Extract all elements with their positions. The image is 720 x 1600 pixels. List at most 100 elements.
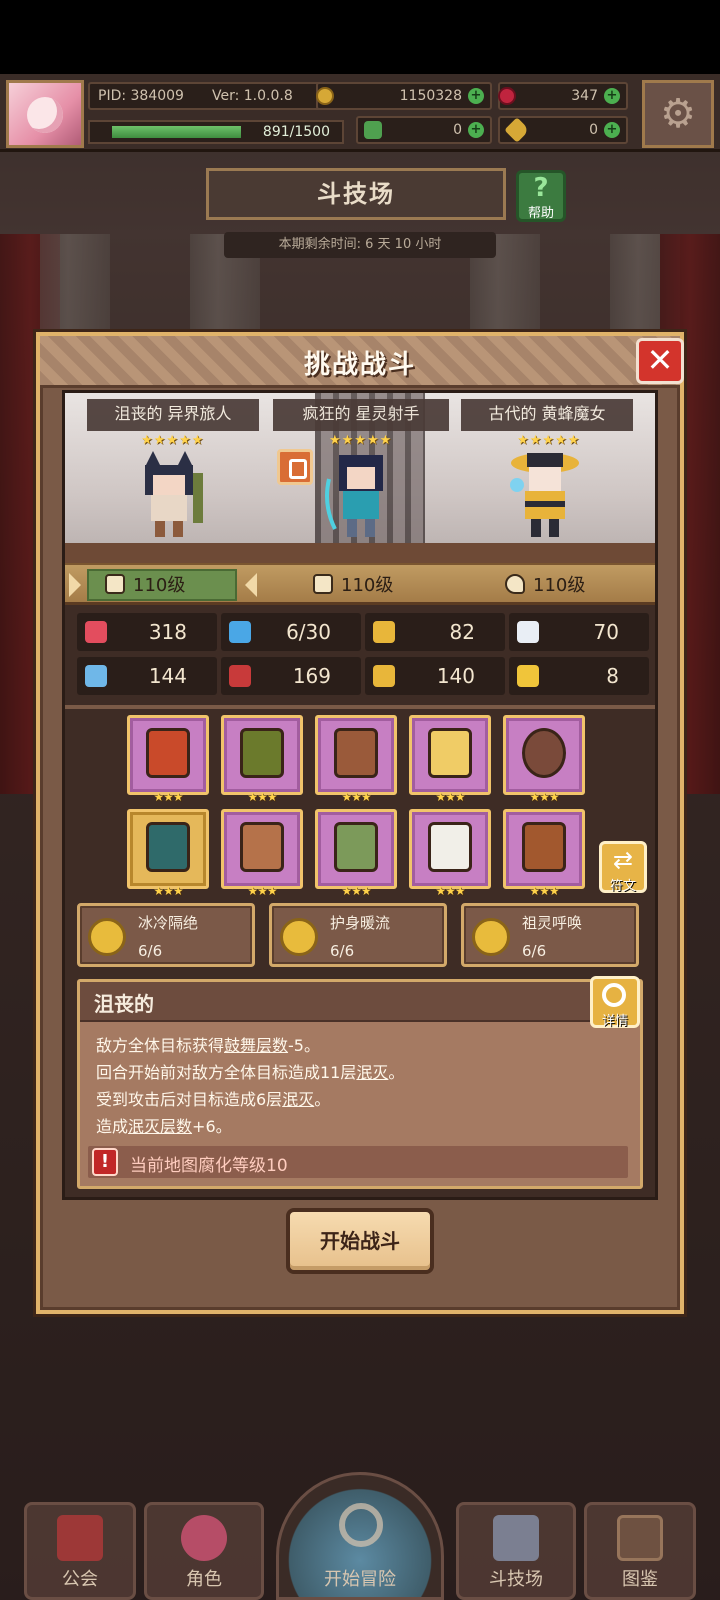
set-bonus-1[interactable]: 冰冷隔绝 6/6 (77, 903, 255, 967)
add-key-icon[interactable]: + (604, 122, 620, 138)
set-name-1: 冰冷隔绝 (138, 914, 199, 932)
hero-sprite-wasp-witch[interactable] (505, 449, 585, 539)
hero-sprite-star-archer[interactable] (321, 449, 401, 539)
keyword-link[interactable]: 鼓舞层数 (224, 1036, 288, 1055)
set-bonus-3[interactable]: 祖灵呼唤 6/6 (461, 903, 639, 967)
trait-line-1: 敌方全体目标获得鼓舞层数-5。 (96, 1036, 320, 1055)
gem-icon (428, 728, 472, 778)
stat-shield[interactable]: 82 (365, 613, 505, 651)
player-id: PID: 384009 (98, 88, 184, 104)
trait-description: 敌方全体目标获得鼓舞层数-5。 回合开始前对敌方全体目标造成11层泯灭。 受到攻… (96, 1032, 404, 1140)
equipment-slot[interactable]: ★★★ (409, 715, 491, 804)
hero-level-2[interactable]: 110级 (313, 571, 393, 597)
nav-codex-label: 图鉴 (622, 1569, 658, 1590)
trait-detail-button[interactable]: 详情 (590, 976, 640, 1029)
trait-title: 沮丧的 (94, 992, 154, 1016)
stat-boot[interactable]: 140 (365, 657, 505, 695)
equipment-stars: ★★★ (435, 790, 465, 804)
nav-character[interactable]: 角色 (144, 1502, 264, 1600)
set-medal-icon (88, 918, 126, 956)
nav-codex[interactable]: 图鉴 (584, 1502, 696, 1600)
equipment-slot[interactable]: ★★★ (409, 809, 491, 898)
hero-level-1[interactable]: 110级 (105, 571, 185, 597)
equipment-slot[interactable]: ★★★ (221, 809, 303, 898)
close-icon[interactable]: ✕ (636, 338, 684, 384)
add-clover-icon[interactable]: + (468, 122, 484, 138)
shield-icon (373, 621, 395, 643)
arrow-right-icon[interactable] (245, 573, 257, 597)
set-medal-icon (472, 918, 510, 956)
nav-arena[interactable]: 斗技场 (456, 1502, 576, 1600)
nav-start-adventure[interactable]: 开始冒险 (276, 1472, 444, 1600)
stat-book[interactable]: 169 (221, 657, 361, 695)
equipment-slot[interactable]: ★★★ (127, 809, 209, 898)
help-button[interactable]: ? 帮助 (516, 170, 566, 222)
nav-guild-label: 公会 (62, 1569, 98, 1590)
equipment-stars: ★★★ (341, 790, 371, 804)
add-gems-icon[interactable]: + (604, 88, 620, 104)
gem-counter[interactable]: 347 + (498, 82, 628, 110)
key-counter[interactable]: 0 + (498, 116, 628, 144)
keyword-link[interactable]: 泯灭层数 (128, 1117, 192, 1136)
stat-fist[interactable]: 144 (77, 657, 217, 695)
set-name-2: 护身暖流 (330, 914, 391, 932)
set-bonus-2[interactable]: 护身暖流 6/6 (269, 903, 447, 967)
gold-counter[interactable]: 1150328 + (316, 82, 492, 110)
corruption-warning: ! 当前地图腐化等级10 (88, 1146, 628, 1178)
equipment-stars: ★★★ (341, 884, 371, 898)
start-battle-button[interactable]: 开始战斗 (286, 1208, 434, 1274)
equipment-slot[interactable]: ★★★ (503, 715, 585, 804)
staff-icon (146, 728, 190, 778)
amulet-icon (334, 728, 378, 778)
key-amount: 0 (589, 122, 598, 138)
hero-sprite-cat-traveler[interactable] (131, 449, 211, 539)
add-gold-icon[interactable]: + (468, 88, 484, 104)
clover-counter[interactable]: 0 + (356, 116, 492, 144)
stat-drop[interactable]: 6/30 (221, 613, 361, 651)
armor-icon (240, 728, 284, 778)
equipment-slot[interactable]: ★★★ (221, 715, 303, 804)
nav-character-label: 角色 (186, 1569, 222, 1590)
equipment-slot[interactable]: ★★★ (315, 809, 397, 898)
equipment-slot[interactable]: ★★★ (315, 715, 397, 804)
glove-icon (334, 822, 378, 872)
set-count-3: 6/6 (522, 942, 547, 960)
equipment-slot[interactable]: ★★★ (503, 809, 585, 898)
clover-icon (364, 121, 382, 139)
hero-level-3[interactable]: 110级 (505, 571, 585, 597)
rune-button[interactable]: ⇄ 符文 (599, 841, 647, 894)
trait-line-4: 造成泯灭层数+6。 (96, 1117, 232, 1136)
equipment-slot[interactable]: ★★★ (127, 715, 209, 804)
player-avatar[interactable] (6, 80, 84, 148)
warning-text: 当前地图腐化等级10 (130, 1156, 288, 1176)
stat-horseshoe[interactable]: 8 (509, 657, 649, 695)
nav-guild[interactable]: 公会 (24, 1502, 136, 1600)
drop-icon (229, 621, 251, 643)
clover-amount: 0 (453, 122, 462, 138)
stat-heart[interactable]: 318 (77, 613, 217, 651)
equipment-stars: ★★★ (153, 884, 183, 898)
gold-amount: 1150328 (399, 88, 462, 104)
stat-wing[interactable]: 70 (509, 613, 649, 651)
keyword-link[interactable]: 泯灭 (356, 1063, 388, 1082)
heart-icon (85, 621, 107, 643)
book-icon (229, 665, 251, 687)
trait-line-3: 受到攻击后对目标造成6层泯灭。 (96, 1090, 331, 1109)
swap-icon: ⇄ (612, 846, 634, 874)
equipment-stars: ★★★ (247, 790, 277, 804)
boot-icon (373, 665, 395, 687)
set-bonuses: 冰冷隔绝 6/6 护身暖流 6/6 祖灵呼唤 6/6 (77, 903, 647, 967)
stat-value: 169 (292, 664, 331, 688)
detail-label: 详情 (601, 1014, 628, 1029)
set-name-3: 祖灵呼唤 (522, 914, 583, 932)
stamina-bar: 891/1500 (88, 120, 344, 144)
stat-value: 6/30 (286, 620, 331, 644)
character-icon (181, 1515, 227, 1561)
keyword-link[interactable]: 泯灭 (282, 1090, 314, 1109)
arrow-left-icon[interactable] (69, 573, 81, 597)
hero-name-3: 古代的 黄蜂魔女 (461, 399, 633, 431)
settings-gear-icon[interactable] (642, 80, 714, 148)
magnifier-icon (339, 1503, 383, 1547)
bottom-navigation: 公会 角色 开始冒险 斗技场 图鉴 (0, 1472, 720, 1600)
lock-icon (277, 449, 313, 485)
